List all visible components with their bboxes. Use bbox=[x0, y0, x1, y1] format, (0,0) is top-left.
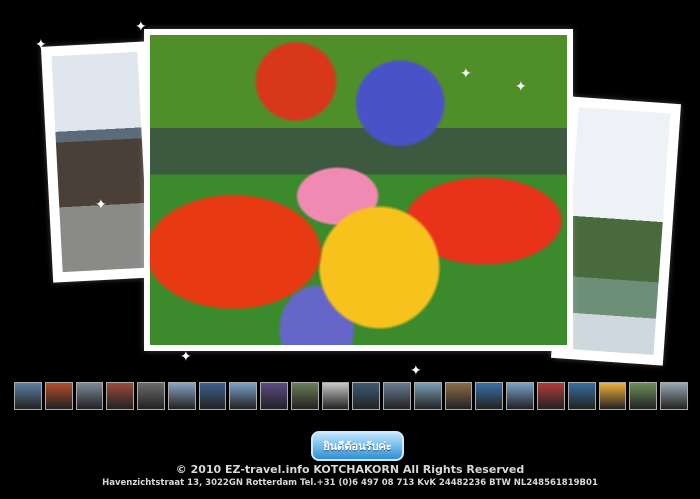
thumbnail[interactable] bbox=[198, 382, 227, 410]
thumbnail[interactable] bbox=[383, 382, 411, 410]
thumbnail[interactable] bbox=[660, 382, 688, 410]
thumbnail[interactable] bbox=[44, 382, 73, 410]
thumbnail[interactable] bbox=[229, 382, 258, 410]
thumbnail[interactable] bbox=[629, 382, 658, 410]
thumbnail[interactable] bbox=[260, 382, 288, 410]
thumbnail[interactable] bbox=[567, 382, 596, 410]
thumbnail[interactable] bbox=[598, 382, 627, 410]
sparkle-icon: ✦ bbox=[135, 19, 147, 35]
thumbnail[interactable] bbox=[413, 382, 442, 410]
sparkle-icon: ✦ bbox=[35, 37, 47, 53]
tulip-garden-image bbox=[150, 35, 567, 345]
thumbnail[interactable] bbox=[444, 382, 473, 410]
thumbnail[interactable] bbox=[106, 382, 135, 410]
address-text: Havenzichtstraat 13, 3022GN Rotterdam Te… bbox=[102, 478, 598, 488]
welcome-button[interactable]: ยินดีต้อนรับค่ะ bbox=[311, 431, 404, 461]
thumbnail[interactable] bbox=[352, 382, 381, 410]
copyright-text: © 2010 EZ-travel.info KOTCHAKORN All Rig… bbox=[175, 463, 525, 476]
lakeside-village-image bbox=[561, 107, 671, 355]
main-photo[interactable] bbox=[144, 29, 573, 351]
coastal-town-image bbox=[51, 51, 149, 273]
thumbnail[interactable] bbox=[321, 382, 350, 410]
thumbnail[interactable] bbox=[506, 382, 535, 410]
thumbnail-strip bbox=[14, 382, 688, 410]
sparkle-icon: ✦ bbox=[410, 363, 422, 379]
thumbnail[interactable] bbox=[537, 382, 565, 410]
sparkle-icon: ✦ bbox=[180, 349, 192, 365]
sparkle-icon: ✦ bbox=[515, 79, 527, 95]
sparkle-icon: ✦ bbox=[460, 66, 472, 82]
sparkle-icon: ✦ bbox=[95, 197, 107, 213]
thumbnail[interactable] bbox=[475, 382, 504, 410]
thumbnail[interactable] bbox=[167, 382, 196, 410]
thumbnail[interactable] bbox=[290, 382, 319, 410]
side-photo-left[interactable] bbox=[40, 41, 160, 283]
thumbnail[interactable] bbox=[14, 382, 42, 410]
thumbnail[interactable] bbox=[137, 382, 165, 410]
thumbnail[interactable] bbox=[75, 382, 104, 410]
